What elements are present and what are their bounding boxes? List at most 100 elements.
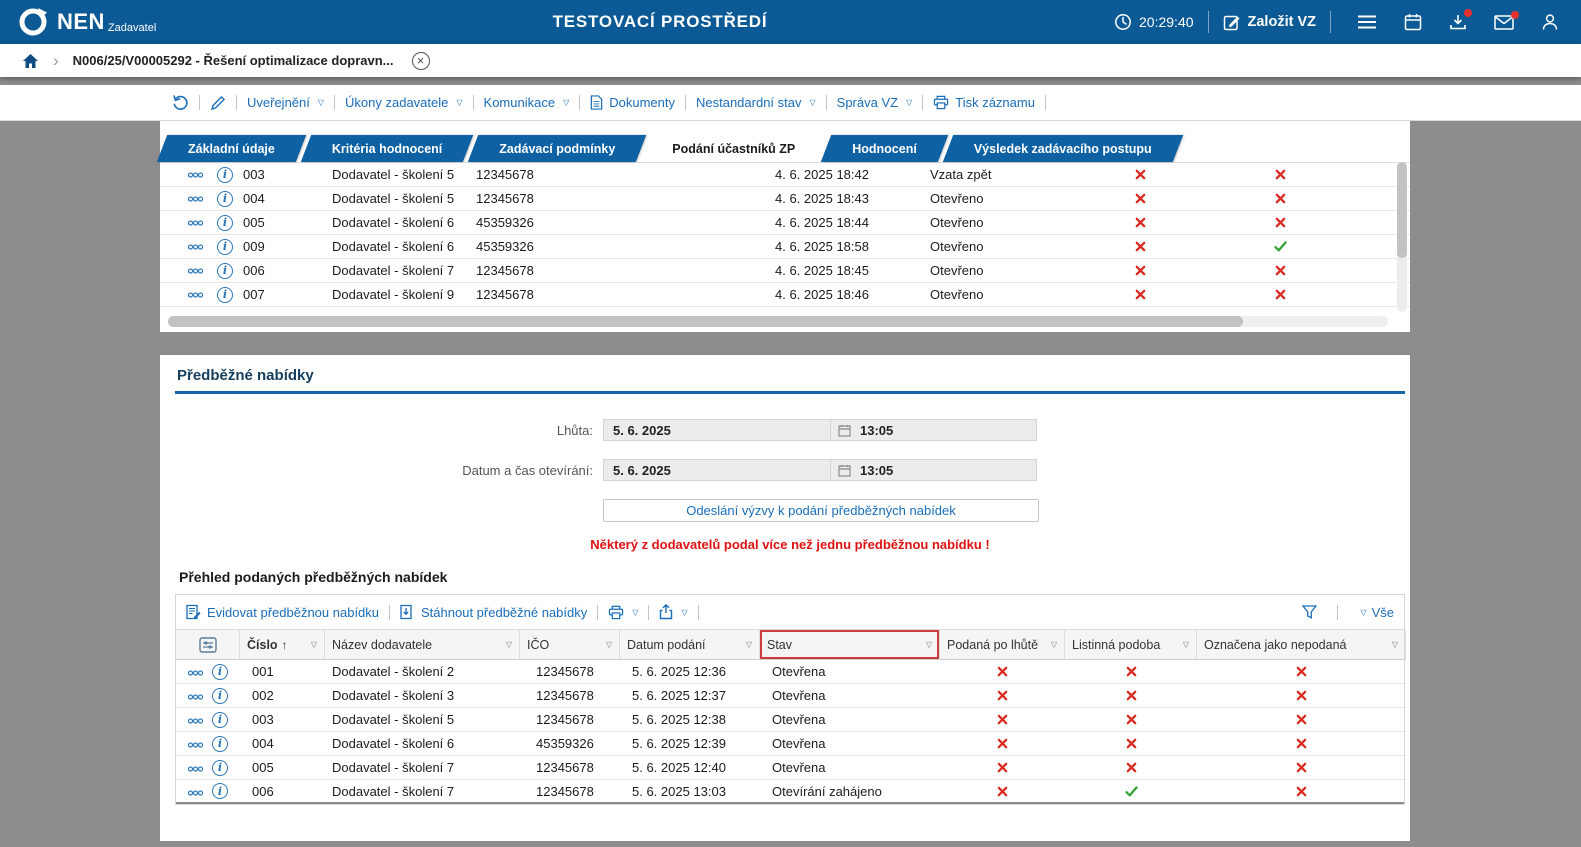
column-dropdown-icon[interactable]: ▽	[506, 640, 512, 649]
toolbar-item-ukony-zadavatele[interactable]: Úkony zadavatele ▽	[345, 95, 463, 110]
column-header-podana-po-lhute[interactable]: Podaná po lhůtě ▽	[940, 630, 1065, 660]
dropdown-icon: ▽	[809, 98, 816, 107]
row-menu-button[interactable]	[180, 267, 210, 274]
tab-vysledek-zadavaciho-postupu[interactable]: Výsledek zadávacího postupu	[948, 135, 1178, 162]
cell-cislo: 002	[252, 688, 274, 703]
breadcrumb-record[interactable]: N006/25/V00005292 - Řešení optimalizace …	[73, 53, 394, 68]
column-label: Označena jako nepodaná	[1204, 637, 1347, 652]
tab-hodnoceni[interactable]: Hodnocení	[826, 135, 943, 162]
no-icon	[1126, 714, 1136, 725]
column-header-stav[interactable]: Stav ▽	[760, 630, 940, 660]
row-menu-button[interactable]	[180, 291, 210, 298]
row-info-button[interactable]: i	[210, 190, 240, 207]
row-info-button[interactable]: i	[210, 238, 240, 255]
participant-row: i 003 Dodavatel - školení 5 12345678 4. 6. 2…	[160, 163, 1410, 187]
toolbar-item-tisk-zaznamu[interactable]: Tisk záznamu	[933, 95, 1035, 110]
column-header-nazev-dodavatele[interactable]: Název dodavatele ▽	[325, 630, 520, 660]
toolbar-item-sprava-vz[interactable]: Správa VZ ▽	[837, 95, 913, 110]
toolbar-item-nestandardni-stav[interactable]: Nestandardní stav ▽	[696, 95, 816, 110]
calendar-icon[interactable]	[1404, 13, 1422, 31]
row-info-button[interactable]: i	[210, 286, 240, 303]
no-icon	[997, 762, 1008, 773]
row-menu-button[interactable]	[188, 664, 203, 679]
row-info-button[interactable]: i	[212, 711, 228, 728]
tab-podani-ucastniku-zp[interactable]: Podání účastníků ZP	[646, 135, 821, 162]
column-dropdown-icon[interactable]: ▽	[926, 640, 932, 649]
toolbar-item-dokumenty[interactable]: Dokumenty	[590, 95, 675, 110]
toolbar-item-komunikace[interactable]: Komunikace ▽	[484, 95, 570, 110]
column-dropdown-icon[interactable]: ▽	[1051, 640, 1057, 649]
toolbar-item-uverejneni[interactable]: Uveřejnění ▽	[247, 95, 324, 110]
tab-kriteria-hodnoceni[interactable]: Kritéria hodnocení	[306, 135, 468, 162]
row-menu-button[interactable]	[180, 219, 210, 226]
column-header-ico[interactable]: IČO ▽	[520, 630, 620, 660]
column-header-listinna-podoba[interactable]: Listinná podoba ▽	[1065, 630, 1197, 660]
column-header-cislo[interactable]: Číslo ↑ ▽	[240, 630, 325, 660]
column-settings-button[interactable]	[176, 630, 240, 660]
horizontal-scrollbar[interactable]	[168, 316, 1388, 327]
toolbar-separator	[579, 95, 581, 110]
filter-icon[interactable]	[1302, 605, 1318, 619]
download-offers-button[interactable]: Stáhnout předběžné nabídky	[400, 604, 587, 620]
edit-record-button[interactable]	[210, 95, 226, 111]
nen-logo[interactable]: NEN Zadavatel	[18, 7, 156, 37]
date-input[interactable]: 5. 6. 2025	[603, 419, 831, 441]
row-info-button[interactable]: i	[212, 759, 228, 776]
column-header-datum-podani[interactable]: Datum podání ▽	[620, 630, 760, 660]
show-all-filter[interactable]: ▽ Vše	[1358, 605, 1394, 620]
time-input[interactable]: 13:05	[831, 459, 1037, 481]
row-menu-button[interactable]	[188, 688, 203, 703]
row-menu-button[interactable]	[180, 171, 210, 178]
info-icon: i	[212, 687, 228, 704]
register-offer-button[interactable]: Evidovat předběžnou nabídku	[186, 604, 379, 620]
column-dropdown-icon[interactable]: ▽	[746, 640, 752, 649]
column-dropdown-icon[interactable]: ▽	[311, 640, 317, 649]
downloads-button[interactable]	[1449, 9, 1472, 31]
home-icon[interactable]	[22, 53, 39, 69]
history-button[interactable]	[172, 94, 189, 111]
no-icon	[997, 738, 1008, 749]
offers-table-body: i 001 Dodavatel - školení 2 12345678 5. 6. 2…	[176, 660, 1404, 804]
row-menu-button[interactable]	[180, 243, 210, 250]
row-info-button[interactable]: i	[210, 262, 240, 279]
column-dropdown-icon[interactable]: ▽	[1183, 640, 1189, 649]
row-info-button[interactable]: i	[212, 735, 228, 752]
row-menu-button[interactable]	[188, 760, 203, 775]
header-separator	[1330, 11, 1331, 33]
row-menu-button[interactable]	[188, 784, 203, 799]
show-all-label: Vše	[1371, 604, 1394, 620]
header-separator	[1207, 11, 1209, 33]
app-header: NEN Zadavatel TESTOVACÍ PROSTŘEDÍ 20:29:…	[0, 0, 1581, 44]
user-icon[interactable]	[1541, 13, 1559, 31]
environment-title: TESTOVACÍ PROSTŘEDÍ	[552, 12, 768, 31]
register-offer-label: Evidovat předběžnou nabídku	[207, 604, 380, 620]
send-invitation-button[interactable]: Odeslání výzvy k podání předběžných nabí…	[603, 499, 1039, 522]
row-info-button[interactable]: i	[212, 783, 228, 800]
breadcrumb-close-button[interactable]: ×	[411, 51, 430, 70]
row-menu-button[interactable]	[188, 712, 203, 727]
row-info-button[interactable]: i	[212, 663, 228, 680]
panel-gap	[160, 332, 1410, 355]
vertical-scrollbar[interactable]	[1397, 162, 1407, 312]
toolbar-separator	[199, 95, 200, 110]
row-menu-button[interactable]	[180, 195, 210, 202]
row-info-button[interactable]: i	[212, 687, 228, 704]
time-input[interactable]: 13:05	[831, 419, 1037, 441]
column-header-oznacena-jako-nepodana[interactable]: Označena jako nepodaná ▽	[1197, 630, 1406, 660]
scrollbar-thumb[interactable]	[1397, 162, 1407, 258]
tab-zadavaci-podminky[interactable]: Zadávací podmínky	[473, 135, 641, 162]
printer-icon	[934, 95, 949, 110]
create-vz-button[interactable]: Založit VZ	[1223, 13, 1316, 31]
row-menu-button[interactable]	[188, 736, 203, 751]
column-dropdown-icon[interactable]: ▽	[606, 640, 612, 649]
print-button[interactable]: ▽	[608, 605, 638, 620]
hamburger-icon[interactable]	[1357, 14, 1377, 30]
row-info-button[interactable]: i	[210, 214, 240, 231]
tab-zakladni-udaje[interactable]: Základní údaje	[162, 135, 301, 162]
row-info-button[interactable]: i	[210, 166, 240, 183]
date-input[interactable]: 5. 6. 2025	[603, 459, 831, 481]
messages-button[interactable]	[1494, 10, 1519, 30]
export-button[interactable]: ▽	[659, 604, 688, 620]
scrollbar-thumb[interactable]	[168, 316, 1243, 327]
column-dropdown-icon[interactable]: ▽	[1392, 640, 1398, 649]
